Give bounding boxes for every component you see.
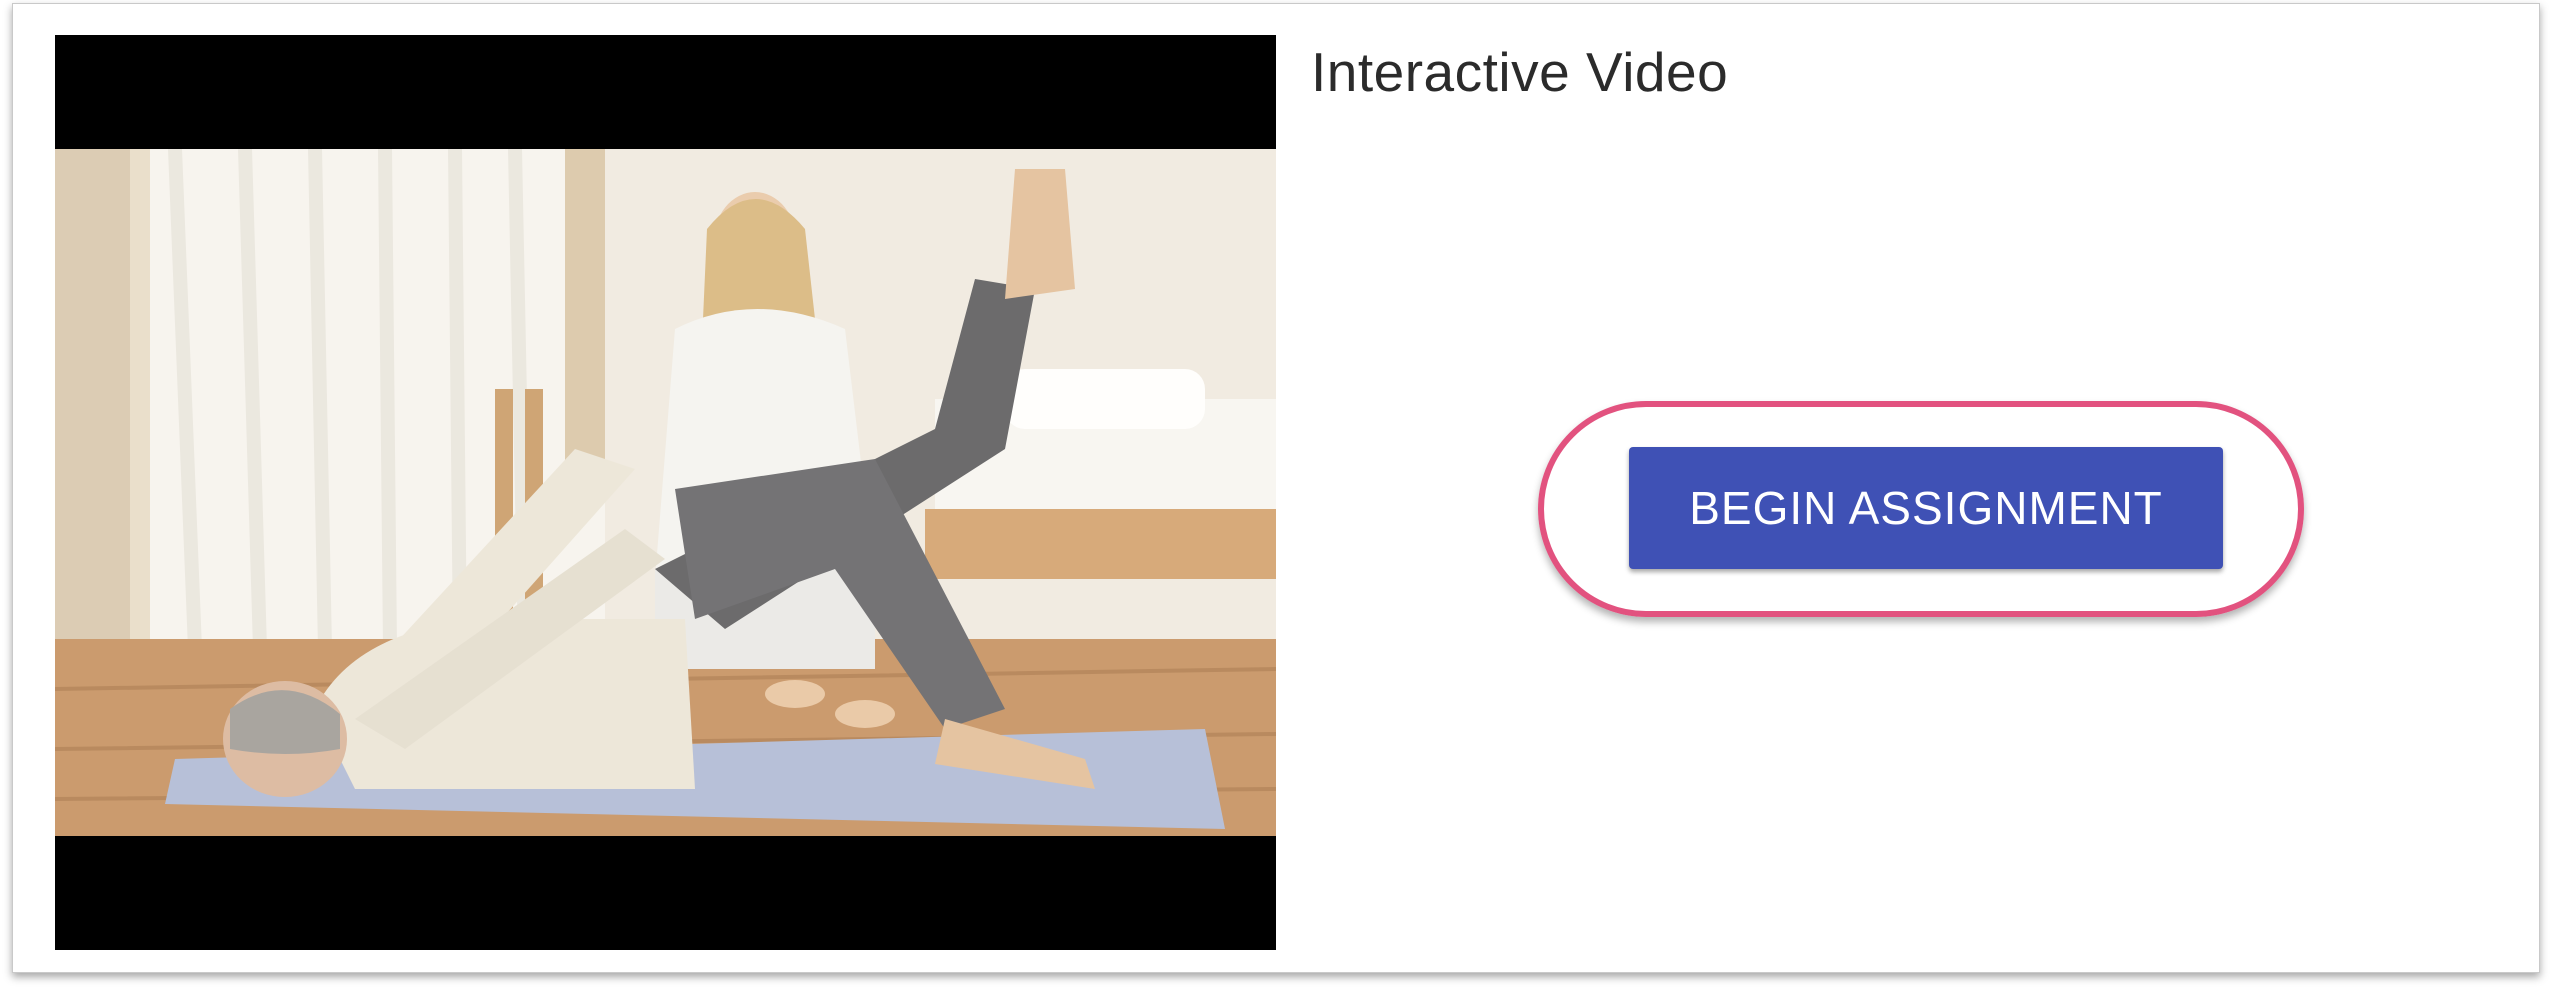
video-player[interactable] xyxy=(55,35,1276,950)
video-frame xyxy=(55,149,1276,836)
video-thumbnail xyxy=(55,149,1276,836)
page-title: Interactive Video xyxy=(1311,41,1729,103)
assignment-card: Interactive Video BEGIN ASSIGNMENT xyxy=(12,3,2540,973)
begin-assignment-button[interactable]: BEGIN ASSIGNMENT xyxy=(1629,447,2223,569)
